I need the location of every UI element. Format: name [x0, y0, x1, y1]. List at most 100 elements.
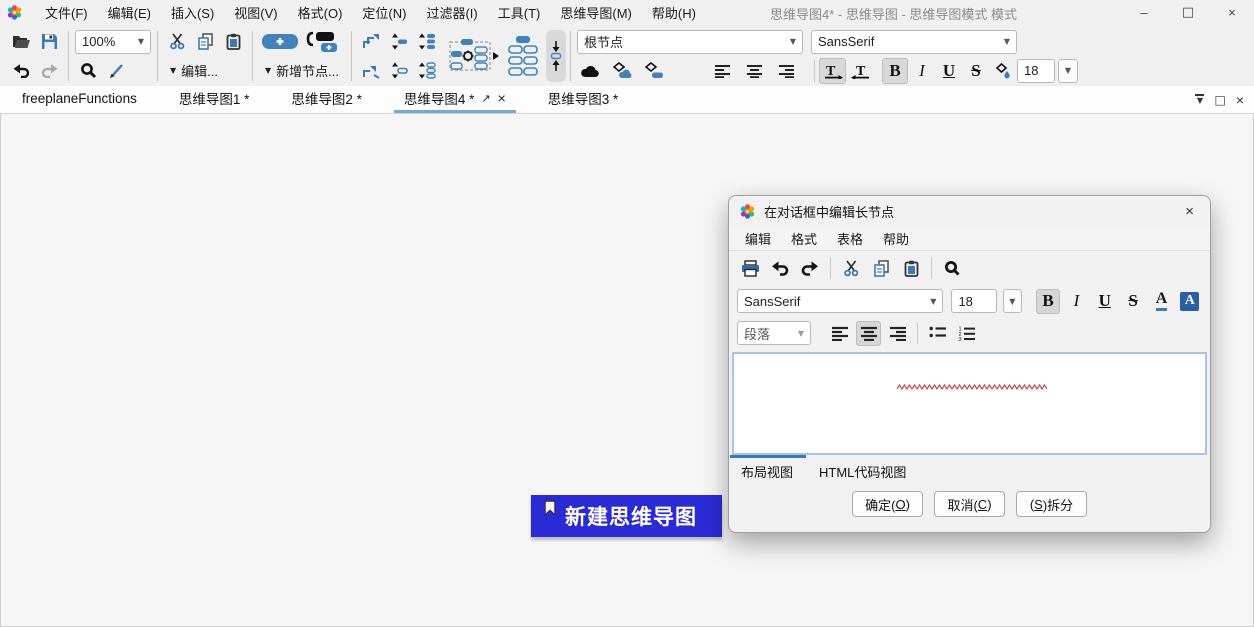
dialog-cut-button[interactable] — [838, 255, 864, 281]
dialog-redo-button[interactable] — [797, 255, 823, 281]
close-view-icon[interactable]: × — [1236, 92, 1244, 108]
close-button[interactable]: × — [1210, 0, 1254, 25]
menu-insert[interactable]: 插入(S) — [161, 0, 224, 25]
bold-button[interactable]: B — [882, 58, 908, 84]
fold-all-button[interactable] — [358, 58, 384, 84]
node-color-button[interactable] — [990, 58, 1016, 84]
dialog-copy-button[interactable] — [868, 255, 894, 281]
print-button[interactable] — [737, 255, 763, 281]
underline-button[interactable]: U — [936, 58, 962, 84]
open-file-button[interactable] — [8, 29, 34, 55]
menu-format[interactable]: 格式(O) — [288, 0, 353, 25]
split-button[interactable]: (S)拆分 — [1016, 491, 1087, 517]
bullet-list-button[interactable] — [925, 321, 950, 346]
dialog-search-button[interactable] — [939, 255, 965, 281]
italic-button[interactable]: I — [909, 58, 935, 84]
dialog-bold-button[interactable]: B — [1036, 289, 1060, 314]
vertical-spacing-icon — [550, 39, 562, 73]
dialog-menu-format[interactable]: 格式 — [781, 227, 827, 250]
numbered-list-button[interactable]: 123 — [954, 321, 979, 346]
font-family-select[interactable]: SansSerif ▼ — [811, 30, 1017, 54]
font-size-arrow[interactable]: ▼ — [1058, 59, 1078, 83]
decrease-branch-spacing-button[interactable] — [414, 29, 440, 55]
dialog-strikethrough-button[interactable]: S — [1121, 289, 1145, 314]
menu-help[interactable]: 帮助(H) — [642, 0, 706, 25]
dialog-undo-button[interactable] — [767, 255, 793, 281]
tab-mindmap3[interactable]: 思维导图3 * — [538, 86, 629, 113]
ok-button[interactable]: 确定(O) — [852, 491, 923, 517]
cloud-button[interactable] — [577, 58, 603, 84]
node-style-select[interactable]: 根节点 ▼ — [577, 30, 803, 54]
dialog-font-family-select[interactable]: SansSerif ▼ — [737, 289, 943, 313]
dialog-close-button[interactable]: × — [1179, 201, 1200, 222]
text-direction-ltr-button[interactable]: T — [819, 58, 846, 84]
dialog-font-color-button[interactable]: A — [1149, 289, 1173, 314]
tab-freeplanefunctions[interactable]: freeplaneFunctions — [12, 86, 147, 113]
menu-filter[interactable]: 过滤器(I) — [416, 0, 487, 25]
menu-tools[interactable]: 工具(T) — [488, 0, 551, 25]
decrease-node-spacing-button[interactable] — [386, 29, 412, 55]
dialog-menu-edit[interactable]: 编辑 — [735, 227, 781, 250]
minimize-button[interactable]: – — [1122, 0, 1166, 25]
align-right-button[interactable] — [773, 58, 799, 84]
font-size-select[interactable]: 18 — [1017, 59, 1055, 83]
edit-dropdown[interactable]: ▼ 编辑... — [164, 59, 224, 82]
menu-view[interactable]: 视图(V) — [224, 0, 287, 25]
align-center-button[interactable] — [741, 58, 767, 84]
format-painter-button[interactable] — [103, 58, 129, 84]
tab-mindmap4[interactable]: 思维导图4 * ↗ × — [394, 86, 516, 113]
tab-mindmap1[interactable]: 思维导图1 * — [169, 86, 260, 113]
dialog-font-size-arrow[interactable]: ▼ — [1003, 289, 1023, 313]
dialog-align-center-button[interactable] — [856, 321, 881, 346]
restore-view-icon[interactable]: □ — [1214, 93, 1225, 107]
dialog-align-right-button[interactable] — [885, 321, 910, 346]
dialog-paste-button[interactable] — [898, 255, 924, 281]
menu-edit[interactable]: 编辑(E) — [98, 0, 161, 25]
paragraph-style-select[interactable]: 段落 ▼ — [737, 321, 811, 345]
increase-branch-spacing-button[interactable] — [414, 58, 440, 84]
edge-style-node-button[interactable] — [641, 58, 667, 84]
redo-button[interactable] — [36, 58, 62, 84]
cancel-button[interactable]: 取消(C) — [934, 491, 1005, 517]
dialog-align-left-button[interactable] — [827, 321, 852, 346]
dialog-menu-table[interactable]: 表格 — [827, 227, 873, 250]
dialog-font-size-select[interactable]: 18 — [951, 289, 996, 313]
cut-button[interactable] — [164, 29, 190, 55]
menu-navigate[interactable]: 定位(N) — [352, 0, 416, 25]
increase-node-spacing-button[interactable] — [386, 58, 412, 84]
strikethrough-button[interactable]: S — [963, 58, 989, 84]
node-text-editor[interactable] — [732, 352, 1207, 455]
layout-settings-button[interactable] — [448, 36, 500, 76]
unfold-all-button[interactable] — [358, 29, 384, 55]
menu-file[interactable]: 文件(F) — [35, 0, 98, 25]
save-button[interactable] — [36, 29, 62, 55]
undo-button[interactable] — [8, 58, 34, 84]
root-node[interactable]: 新建思维导图 — [531, 495, 722, 537]
apply-layout-button[interactable] — [506, 34, 540, 78]
dialog-underline-button[interactable]: U — [1093, 289, 1117, 314]
tab-html-code-view[interactable]: HTML代码视图 — [819, 462, 906, 481]
dialog-highlight-color-button[interactable]: A — [1178, 289, 1202, 314]
map-canvas[interactable]: 新建思维导图 在对话框中编辑长节点 × 编辑 格式 表格 帮助 — [0, 114, 1254, 627]
dialog-menu-help[interactable]: 帮助 — [873, 227, 919, 250]
dialog-italic-button[interactable]: I — [1064, 289, 1088, 314]
close-tab-icon[interactable]: × — [498, 90, 506, 106]
search-button[interactable] — [75, 58, 101, 84]
compact-layout-toggle[interactable] — [546, 30, 566, 82]
add-node-dropdown[interactable]: ▼ 新增节点... — [259, 59, 345, 82]
maximize-button[interactable]: □ — [1166, 0, 1210, 25]
tab-layout-view[interactable]: 布局视图 — [741, 462, 793, 481]
text-direction-rtl-button[interactable]: T — [847, 58, 874, 84]
edge-style-cloud-button[interactable] — [609, 58, 635, 84]
tab-mindmap2[interactable]: 思维导图2 * — [281, 86, 372, 113]
collapse-toolbar-icon[interactable]: ▼ — [1195, 94, 1204, 105]
detach-tab-icon[interactable]: ↗ — [481, 92, 490, 105]
zoom-select[interactable]: 100% ▼ — [75, 30, 151, 54]
copy-button[interactable] — [192, 29, 218, 55]
menu-mindmap[interactable]: 思维导图(M) — [550, 0, 642, 25]
new-sibling-node-button[interactable] — [303, 29, 341, 55]
new-child-node-button[interactable] — [259, 29, 301, 55]
align-left-button[interactable] — [709, 58, 735, 84]
map-tabbar: freeplaneFunctions 思维导图1 * 思维导图2 * 思维导图4… — [0, 86, 1254, 114]
paste-button[interactable] — [220, 29, 246, 55]
